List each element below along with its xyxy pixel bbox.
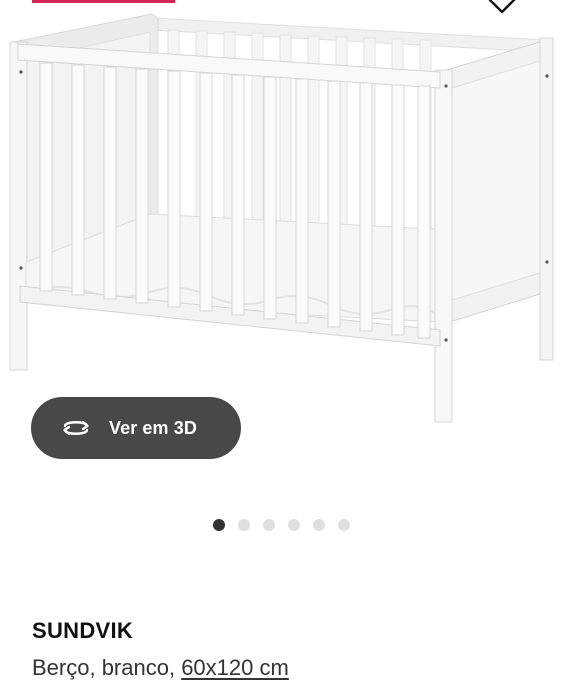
size-link[interactable]: 60x120 cm bbox=[181, 655, 289, 680]
gallery-dot[interactable] bbox=[238, 519, 250, 531]
view-3d-button[interactable]: Ver em 3D bbox=[31, 397, 241, 459]
product-name: SUNDVIK bbox=[32, 618, 134, 643]
gallery-dot[interactable] bbox=[288, 519, 300, 531]
gallery-dot[interactable] bbox=[213, 519, 225, 531]
gallery-dot[interactable] bbox=[338, 519, 350, 531]
rotate-3d-icon bbox=[63, 420, 89, 436]
view-3d-label: Ver em 3D bbox=[109, 417, 197, 438]
product-description: Berço, branco, 60x120 cm bbox=[32, 655, 289, 681]
gallery-dot[interactable] bbox=[313, 519, 325, 531]
gallery-pagination bbox=[213, 519, 350, 531]
gallery-dot[interactable] bbox=[263, 519, 275, 531]
crib-illustration bbox=[9, 13, 554, 423]
product-type: Berço, branco, bbox=[32, 655, 182, 680]
product-image[interactable] bbox=[0, 0, 566, 440]
